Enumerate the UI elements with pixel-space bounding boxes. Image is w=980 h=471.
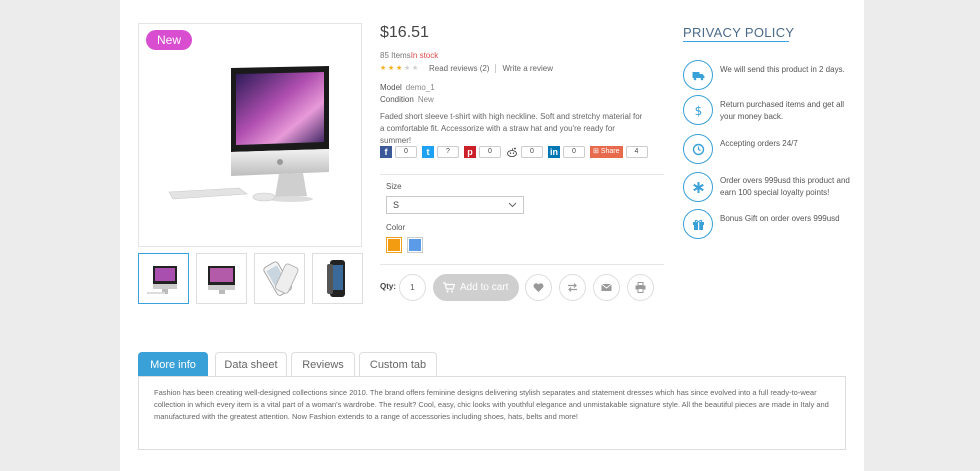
privacy-item-text: Order overs 999usd this product and earn… (720, 176, 850, 197)
thumb-imac-image (147, 266, 177, 294)
size-label: Size (386, 182, 402, 191)
new-badge: New (146, 30, 192, 50)
star-icon: ★ (388, 65, 395, 72)
divider (495, 64, 497, 73)
envelope-icon (601, 283, 612, 291)
stock-info: 85 ItemsIn stock (380, 51, 438, 60)
model-label: Model (380, 83, 402, 92)
truck-icon-circle (683, 60, 713, 90)
heart-icon (533, 283, 544, 292)
svg-text:$: $ (695, 104, 703, 117)
product-description: Faded short sleeve t-shirt with high nec… (380, 112, 643, 145)
facebook-icon[interactable]: f (380, 146, 392, 158)
twitter-icon[interactable]: t (422, 146, 434, 158)
color-swatch-orange[interactable] (386, 237, 402, 253)
tab-custom[interactable]: Custom tab (359, 352, 437, 377)
model-row: Model demo_1 (380, 83, 435, 92)
product-price: $16.51 (380, 24, 429, 41)
divider (380, 264, 664, 265)
model-value: demo_1 (405, 83, 435, 92)
star-icon: ★ (404, 65, 411, 72)
tab-reviews[interactable]: Reviews (291, 352, 355, 377)
read-reviews-link[interactable]: Read reviews (2) (429, 64, 489, 73)
size-selected: S (393, 200, 400, 210)
share-label: Share (600, 148, 620, 155)
privacy-policy-title: PRIVACY POLICY (683, 25, 795, 40)
condition-value: New (417, 95, 434, 104)
thumb-iphone-image (327, 260, 345, 297)
share-button[interactable]: ⊞ Share (590, 146, 623, 158)
title-underline (683, 41, 789, 42)
twitter-count: ? (437, 146, 459, 158)
print-icon (635, 282, 646, 293)
social-share-bar: f 0 t ? p 0 0 in 0 ⊞ Share 4 (380, 146, 653, 158)
plus-icon: ⊞ (593, 148, 601, 155)
star-rating: ★ ★ ★ ★ ★ (380, 65, 419, 72)
tab-more-info[interactable]: More info (138, 352, 208, 377)
linkedin-icon[interactable]: in (548, 146, 560, 158)
gift-icon-circle (683, 209, 713, 239)
thumbnail-iphone-white[interactable] (254, 253, 305, 304)
clock-icon-circle (683, 134, 713, 164)
product-main-image[interactable]: New (138, 23, 362, 247)
divider (380, 174, 664, 175)
thumbnail-iphone-black[interactable] (312, 253, 363, 304)
star-icon: ★ (396, 65, 403, 72)
color-swatch-blue[interactable] (407, 237, 423, 253)
email-button[interactable] (593, 274, 620, 301)
privacy-item-text: Return purchased items and get all your … (720, 100, 845, 121)
swatch-fill (388, 239, 400, 251)
write-review-link[interactable]: Write a review (502, 64, 553, 73)
truck-icon (692, 72, 705, 81)
share-count: 4 (625, 146, 648, 158)
dollar-icon: $ (695, 104, 703, 117)
thumbnail-imac-front[interactable] (138, 253, 189, 304)
thumbnail-imac-side[interactable] (196, 253, 247, 304)
privacy-item-text: Bonus Gift on order overs 999usd (720, 214, 840, 223)
clock-icon (692, 143, 705, 156)
wishlist-button[interactable] (525, 274, 552, 301)
tab-data-sheet[interactable]: Data sheet (215, 352, 287, 377)
dollar-icon-circle: $ (683, 95, 713, 125)
qty-input[interactable]: 1 (399, 274, 426, 301)
color-label: Color (386, 223, 406, 232)
add-to-cart-label: Add to cart (460, 282, 509, 293)
tab-panel-content: Fashion has been creating well-designed … (138, 376, 846, 450)
star-icon: ★ (412, 65, 419, 72)
stock-count: 85 Items (380, 51, 411, 60)
pinterest-count: 0 (479, 146, 501, 158)
condition-label: Condition (380, 95, 414, 104)
facebook-count: 0 (395, 146, 417, 158)
reddit-icon[interactable] (506, 146, 518, 158)
cart-icon (443, 282, 455, 293)
privacy-item-text: Accepting orders 24/7 (720, 139, 798, 148)
linkedin-count: 0 (563, 146, 585, 158)
condition-row: Condition New (380, 95, 434, 104)
star-icon: ★ (380, 65, 387, 72)
compare-arrows-icon (568, 283, 577, 292)
chevron-down-icon (508, 202, 517, 208)
swatch-fill (409, 239, 421, 251)
print-button[interactable] (627, 274, 654, 301)
thumb-imac-image (208, 266, 235, 294)
rating-row: ★ ★ ★ ★ ★ Read reviews (2) Write a revie… (380, 64, 553, 73)
pinterest-icon[interactable]: p (464, 146, 476, 158)
add-to-cart-button[interactable]: Add to cart (433, 274, 519, 301)
product-page: New $16.51 85 ItemsIn stock ★ ★ ★ ★ ★ Re… (120, 0, 864, 471)
reddit-count: 0 (521, 146, 543, 158)
imac-illustration (168, 66, 329, 202)
asterisk-icon-circle (683, 172, 713, 202)
gift-icon (693, 219, 704, 230)
asterisk-icon (693, 182, 704, 193)
privacy-item-text: We will send this product in 2 days. (720, 65, 845, 74)
qty-label: Qty: (380, 282, 396, 291)
stock-status: In stock (410, 51, 439, 60)
thumb-iphone-image (263, 261, 299, 296)
size-select[interactable]: S (386, 196, 524, 214)
compare-button[interactable] (559, 274, 586, 301)
